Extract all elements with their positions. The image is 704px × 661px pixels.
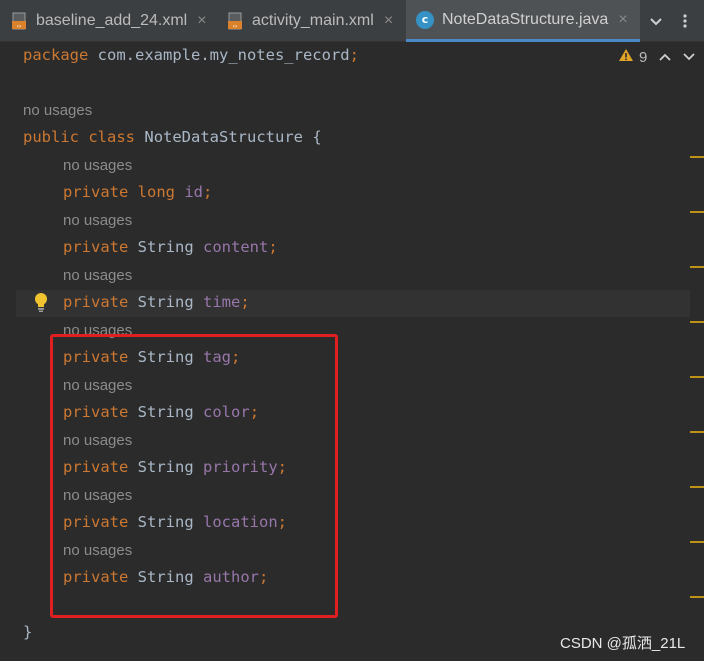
scroll-warning-marker[interactable] [690,431,704,433]
svg-text:‹›: ‹› [233,23,238,30]
close-tab-icon[interactable]: × [197,12,206,30]
tab-label: NoteDataStructure.java [442,10,609,28]
field-time[interactable]: private String time; [63,289,704,316]
tab-list-chevron-down-icon[interactable] [648,0,664,42]
scroll-warning-marker[interactable] [690,376,704,378]
usage-hint[interactable]: no usages [63,262,704,289]
close-tab-icon[interactable]: × [618,11,627,29]
field-content[interactable]: private String content; [63,234,704,261]
annotation-highlight-box [50,334,338,618]
svg-text:‹›: ‹› [17,23,22,30]
editor-tab-bar: ‹› baseline_add_24.xml × ‹› activity_mai… [0,0,704,42]
scroll-warning-marker[interactable] [690,486,704,488]
xml-file-icon: ‹› [12,12,28,30]
class-declaration[interactable]: public class NoteDataStructure { [23,124,704,151]
scroll-warning-marker[interactable] [690,266,704,268]
scroll-warning-marker[interactable] [690,156,704,158]
tab-label: activity_main.xml [252,12,374,29]
ide-window: ‹› baseline_add_24.xml × ‹› activity_mai… [0,0,704,661]
close-tab-icon[interactable]: × [384,12,393,30]
tab-note-data-structure[interactable]: c NoteDataStructure.java × [406,0,640,42]
xml-file-icon: ‹› [228,12,244,30]
tab-baseline-add-24[interactable]: ‹› baseline_add_24.xml × [12,0,207,42]
scroll-warning-marker[interactable] [690,596,704,598]
usage-hint[interactable]: no usages [63,152,704,179]
more-tabs-menu-icon[interactable] [682,0,688,42]
tab-activity-main[interactable]: ‹› activity_main.xml × [228,0,393,42]
tab-label: baseline_add_24.xml [36,12,188,29]
field-id[interactable]: private long id; [63,179,704,206]
usage-hint[interactable]: no usages [23,97,704,124]
scroll-warning-marker[interactable] [690,321,704,323]
java-class-icon: c [416,10,434,29]
csdn-watermark: CSDN @孤洒_21L [560,635,686,652]
package-declaration[interactable]: package com.example.my_notes_record; [23,42,704,69]
lightbulb-icon[interactable] [33,292,49,317]
scroll-warning-marker[interactable] [690,541,704,543]
scroll-warning-marker[interactable] [690,211,704,213]
usage-hint[interactable]: no usages [63,207,704,234]
